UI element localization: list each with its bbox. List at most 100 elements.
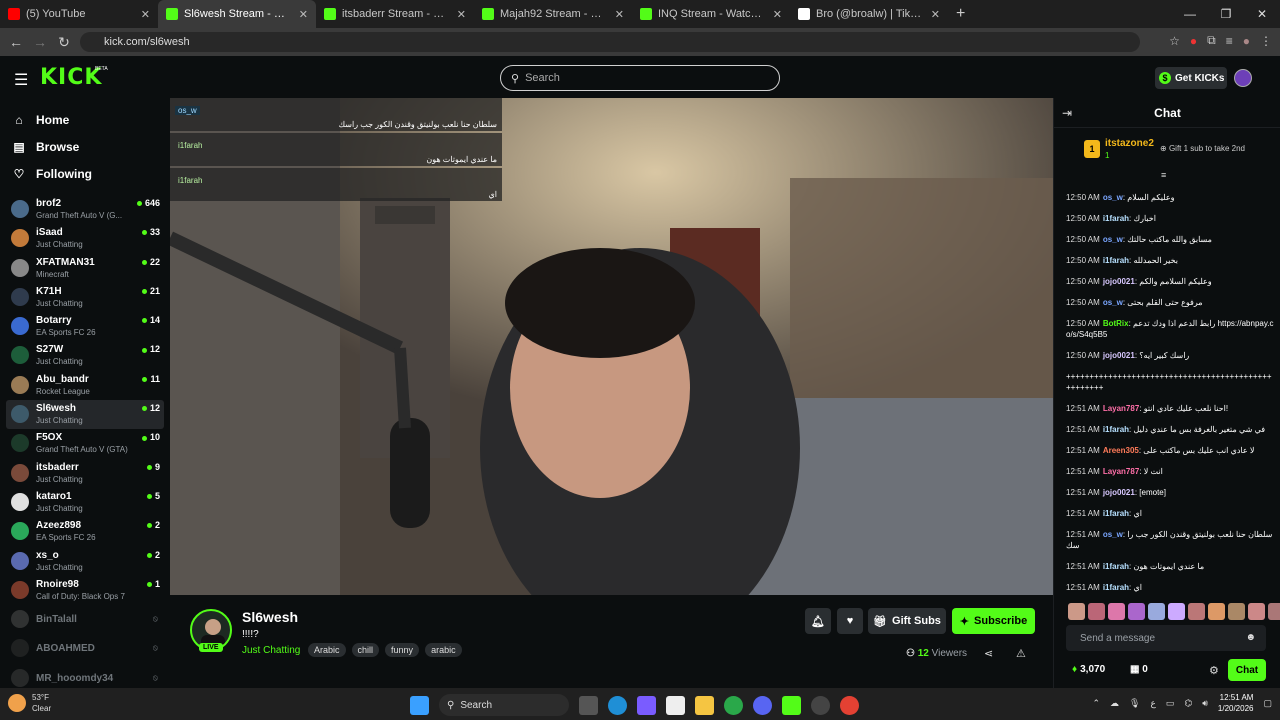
message-username[interactable]: os_w xyxy=(1103,298,1123,307)
message-username[interactable]: i1farah xyxy=(1103,425,1129,434)
new-tab-icon[interactable]: + xyxy=(956,5,965,23)
follow-heart-button[interactable]: ♥ xyxy=(837,608,863,634)
url-field[interactable]: kick.com/sl6wesh xyxy=(80,32,1140,52)
offline-channel[interactable]: ABOAHMED ⦸ xyxy=(6,634,164,663)
discord-icon[interactable] xyxy=(753,695,772,715)
browser-tab[interactable]: itsbaderr Stream - Watch Live o ✕ xyxy=(316,0,474,28)
expand-pinned-icon[interactable]: ≡ xyxy=(1161,170,1166,180)
message-username[interactable]: i1farah xyxy=(1103,583,1129,592)
emote-icon[interactable] xyxy=(1268,603,1280,620)
stream-tag[interactable]: chill xyxy=(351,643,380,657)
tray-chevron-icon[interactable]: ⌃ xyxy=(1092,698,1100,709)
streamer-name[interactable]: Sl6wesh xyxy=(242,609,298,625)
notifications-icon[interactable]: ▢ xyxy=(1263,698,1272,709)
kick-logo[interactable]: KICK xyxy=(40,65,102,90)
message-username[interactable]: os_w xyxy=(1103,235,1123,244)
menu-list-icon[interactable]: ≡ xyxy=(1226,34,1233,48)
tab-close-icon[interactable]: ✕ xyxy=(931,8,940,21)
lang-icon[interactable]: ع xyxy=(1150,698,1155,709)
followed-channel[interactable]: Rnoire98 Call of Duty: Black Ops 7 1 xyxy=(6,576,164,605)
followed-channel[interactable]: itsbaderr Just Chatting 9 xyxy=(6,459,164,488)
kebab-menu-icon[interactable]: ⋮ xyxy=(1260,34,1272,48)
stream-tag[interactable]: funny xyxy=(385,643,420,657)
emote-icon[interactable] xyxy=(1188,603,1205,620)
network-icon[interactable]: ⌬ xyxy=(1184,698,1192,709)
gift-subs-button[interactable]: 🎁︎ Gift Subs xyxy=(868,608,946,634)
followed-channel[interactable]: kataro1 Just Chatting 5 xyxy=(6,488,164,517)
minimize-icon[interactable]: — xyxy=(1172,7,1208,21)
close-window-icon[interactable]: ✕ xyxy=(1244,7,1280,21)
message-username[interactable]: i1farah xyxy=(1103,509,1129,518)
followed-channel[interactable]: XFATMAN31 Minecraft 22 xyxy=(6,254,164,283)
offline-channel[interactable]: BinTalall ⦸ xyxy=(6,605,164,634)
xbox-icon[interactable] xyxy=(724,695,743,715)
followed-channel[interactable]: iSaad Just Chatting 33 xyxy=(6,224,164,253)
forward-icon[interactable]: → xyxy=(28,34,52,50)
extension-icon[interactable]: ● xyxy=(1190,34,1197,48)
message-username[interactable]: Layan787 xyxy=(1103,467,1139,476)
tab-close-icon[interactable]: ✕ xyxy=(299,8,308,21)
weather-widget[interactable]: 53°F Clear xyxy=(8,692,51,714)
browser-tab[interactable]: Bro (@broalw) | TikTok ✕ xyxy=(790,0,948,28)
message-username[interactable]: jojo0021 xyxy=(1103,351,1135,360)
task-view-icon[interactable] xyxy=(579,695,598,715)
tab-close-icon[interactable]: ✕ xyxy=(141,8,150,21)
emote-icon[interactable] xyxy=(1088,603,1105,620)
stream-tag[interactable]: Arabic xyxy=(308,643,346,657)
puzzle-icon[interactable]: ⧉ xyxy=(1207,33,1216,48)
followed-channel[interactable]: F5OX Grand Theft Auto V (GTA) 10 xyxy=(6,429,164,458)
edge-icon[interactable] xyxy=(608,695,627,715)
emote-icon[interactable] xyxy=(1248,603,1265,620)
message-username[interactable]: jojo0021 xyxy=(1103,488,1135,497)
message-username[interactable]: jojo0021 xyxy=(1103,277,1135,286)
cloud-icon[interactable]: ☁ xyxy=(1110,698,1119,709)
taskbar-search[interactable]: ⚲ Search xyxy=(439,694,569,716)
tab-close-icon[interactable]: ✕ xyxy=(615,8,624,21)
search-input[interactable]: ⚲ Search xyxy=(500,65,780,91)
start-icon[interactable] xyxy=(410,695,429,715)
gift-to-rank-link[interactable]: ⊕ Gift 1 sub to take 2nd xyxy=(1160,144,1245,153)
emote-icon[interactable] xyxy=(1168,603,1185,620)
top-gifter-name[interactable]: itstazone2 xyxy=(1105,138,1154,149)
bookmark-star-icon[interactable]: ☆ xyxy=(1169,34,1180,48)
subs-count[interactable]: ▦ 0 xyxy=(1130,664,1148,675)
emote-icon[interactable] xyxy=(1108,603,1125,620)
share-icon[interactable]: ⋖ xyxy=(984,647,993,660)
sidebar-item-following[interactable]: ♡ Following xyxy=(0,160,170,187)
display-icon[interactable]: ▭ xyxy=(1166,698,1175,709)
notification-bell-button[interactable]: 🔔︎ xyxy=(805,608,831,634)
store-icon[interactable] xyxy=(666,695,685,715)
emote-icon[interactable] xyxy=(1148,603,1165,620)
chat-message-input[interactable]: Send a message ☻ xyxy=(1066,625,1266,651)
message-username[interactable]: i1farah xyxy=(1103,256,1129,265)
emote-icon[interactable] xyxy=(1208,603,1225,620)
followed-channel[interactable]: K71H Just Chatting 21 xyxy=(6,283,164,312)
sidebar-item-home[interactable]: ⌂ Home xyxy=(0,106,170,133)
emoji-picker-icon[interactable]: ☻ xyxy=(1245,632,1256,643)
copilot-icon[interactable] xyxy=(637,695,656,715)
mic-icon[interactable]: 🎙︎ xyxy=(1129,698,1140,709)
steam-icon[interactable] xyxy=(811,695,830,715)
message-username[interactable]: os_w xyxy=(1103,530,1123,539)
get-kicks-button[interactable]: $ Get KICKs xyxy=(1155,67,1227,89)
send-chat-button[interactable]: Chat xyxy=(1228,659,1266,681)
browser-tab[interactable]: (5) YouTube ✕ xyxy=(0,0,158,28)
volume-icon[interactable]: 🔊︎ xyxy=(1202,698,1208,709)
kick-app-icon[interactable] xyxy=(782,695,801,715)
followed-channel[interactable]: S27W Just Chatting 12 xyxy=(6,341,164,370)
chrome-icon[interactable] xyxy=(840,695,859,715)
user-avatar[interactable] xyxy=(1234,69,1252,87)
browser-tab[interactable]: Majah92 Stream - Watch Live o ✕ xyxy=(474,0,632,28)
file-explorer-icon[interactable] xyxy=(695,695,714,715)
followed-channel[interactable]: brof2 Grand Theft Auto V (G... 646 xyxy=(6,195,164,224)
emote-icon[interactable] xyxy=(1128,603,1145,620)
reload-icon[interactable]: ↻ xyxy=(52,34,76,51)
channel-points[interactable]: ♦ 3,070 xyxy=(1072,664,1105,675)
message-username[interactable]: i1farah xyxy=(1103,214,1129,223)
followed-channel[interactable]: Azeez898 EA Sports FC 26 2 xyxy=(6,517,164,546)
video-player[interactable]: os_w سلطان حنا نلعب بولنيتق وقندن الكور ج… xyxy=(170,98,1053,595)
browser-tab[interactable]: Sl6wesh Stream - Watch Live o ✕ xyxy=(158,0,316,28)
profile-avatar-icon[interactable]: ● xyxy=(1243,34,1250,48)
followed-channel[interactable]: xs_o Just Chatting 2 xyxy=(6,547,164,576)
hamburger-menu-icon[interactable]: ☰ xyxy=(14,70,28,90)
